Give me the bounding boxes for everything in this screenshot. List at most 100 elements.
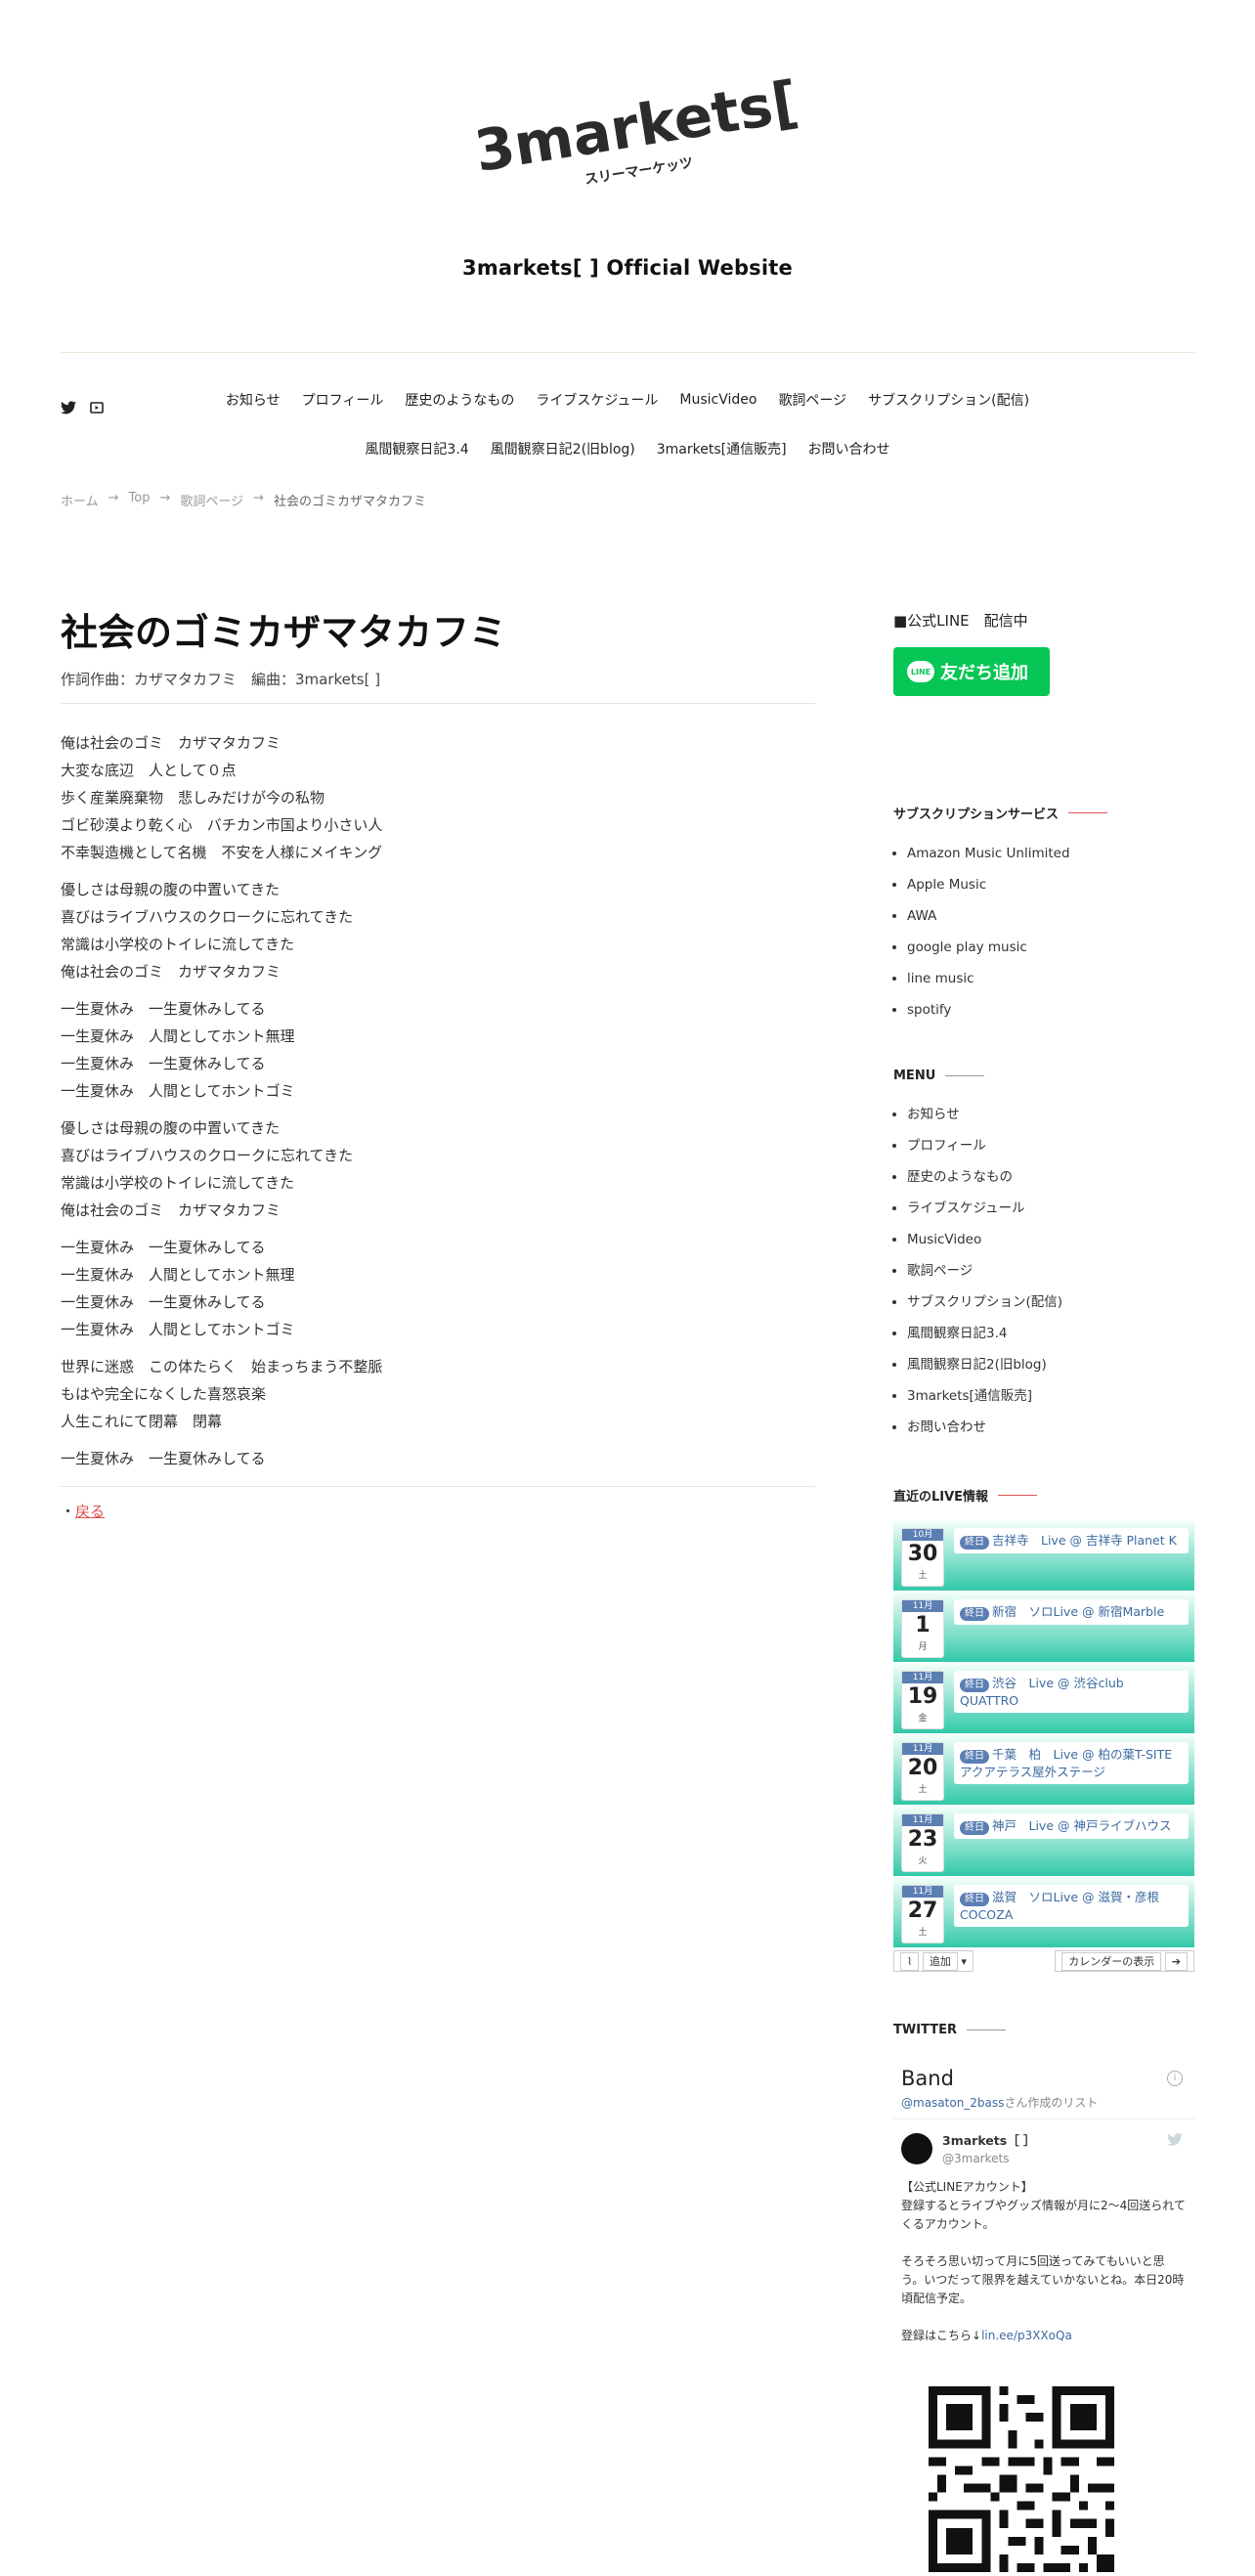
date-day: 23 [907, 1827, 938, 1852]
tweet-author-handle[interactable]: @3markets [942, 2150, 1187, 2168]
tweet[interactable]: 3markets［ ］ @3markets 【公式LINEアカウント】 登録する… [893, 2119, 1194, 2357]
lyrics-stanza: 優しさは母親の腹の中置いてきた喜びはライブハウスのクロークに忘れてきた 常識は小学… [61, 876, 815, 985]
tweet-line: 登録するとライブやグッズ情報が月に2〜4回送られてくるアカウント。 [901, 2199, 1186, 2231]
lyrics-line: 大変な底辺 人として０点 [61, 762, 237, 779]
menu-item[interactable]: 3markets[通信販売] [907, 1380, 1194, 1412]
breadcrumb-lyrics[interactable]: 歌詞ページ [180, 491, 243, 509]
nav-item-contact[interactable]: お問い合わせ [808, 439, 890, 458]
twitter-title-text: TWITTER [893, 2023, 957, 2037]
lyrics-line: 不幸製造機として名機 不安を人様にメイキング [61, 844, 383, 861]
site-title[interactable]: 3markets[ ] Official Website [0, 256, 1255, 280]
live-event-title[interactable]: 滋賀 ソロLive @ 滋賀・彦根 COCOZA [960, 1890, 1159, 1922]
menu-item[interactable]: MusicVideo [907, 1224, 1194, 1255]
site-header: 3markets[ ] スリーマーケッツ 3markets[ ] Officia… [0, 0, 1255, 342]
menu-title-text: MENU [893, 1069, 936, 1083]
breadcrumb-home[interactable]: ホーム [61, 491, 99, 509]
date-day: 20 [907, 1756, 938, 1780]
subscription-item[interactable]: Apple Music [907, 869, 1194, 900]
live-event-card[interactable]: 終日 千葉 柏 Live @ 柏の葉T-SITE アクアテラス屋外ステージ [954, 1742, 1189, 1784]
live-event-title[interactable]: 神戸 Live @ 神戸ライブハウス [992, 1818, 1171, 1833]
tweet-body: 【公式LINEアカウント】 登録するとライブやグッズ情報が月に2〜4回送られてく… [901, 2178, 1187, 2345]
live-event-title[interactable]: 新宿 ソロLive @ 新宿Marble [992, 1604, 1164, 1619]
lyrics-line: 一生夏休み 一生夏休みしてる [61, 1000, 266, 1018]
menu-item[interactable]: 風間観察日記3.4 [907, 1318, 1194, 1349]
live-event-item[interactable]: 11月 19 金 終日 渋谷 Live @ 渋谷club QUATTRO [893, 1663, 1194, 1734]
nav-item-live-schedule[interactable]: ライブスケジュール [536, 390, 658, 410]
lyrics-line: 一生夏休み 人間としてホント無理 [61, 1027, 295, 1045]
all-day-badge: 終日 [960, 1679, 989, 1692]
live-event-title[interactable]: 吉祥寺 Live @ 吉祥寺 Planet K [992, 1533, 1177, 1548]
live-footer: ⌇ 追加 ▾ カレンダーの表示 ➔ [893, 1950, 1194, 1972]
tweet-link-prefix: 登録はこちら↓ [901, 2329, 982, 2342]
lyrics-body: 俺は社会のゴミ カザマタカフミ 大変な底辺 人として０点 歩く産業廃棄物 悲しみだけ… [61, 729, 815, 1472]
subscription-item[interactable]: line music [907, 963, 1194, 994]
lyrics-line: 優しさは母親の腹の中置いてきた [61, 881, 281, 898]
nav-item-music-video[interactable]: MusicVideo [679, 392, 757, 408]
nav-item-diary-34[interactable]: 風間観察日記3.4 [365, 439, 468, 458]
live-event-card[interactable]: 終日 渋谷 Live @ 渋谷club QUATTRO [954, 1671, 1189, 1713]
live-event-card[interactable]: 終日 吉祥寺 Live @ 吉祥寺 Planet K [954, 1528, 1189, 1553]
menu-item[interactable]: サブスクリプション(配信) [907, 1287, 1194, 1318]
lyrics-line: 喜びはライブハウスのクロークに忘れてきた [61, 908, 354, 926]
timeline-list-title[interactable]: Band [901, 2067, 1187, 2090]
tweet-author-name[interactable]: 3markets［ ］ [942, 2131, 1187, 2150]
menu-item[interactable]: プロフィール [907, 1130, 1194, 1161]
breadcrumb-top[interactable]: Top [129, 491, 151, 509]
live-event-title[interactable]: 千葉 柏 Live @ 柏の葉T-SITE アクアテラス屋外ステージ [960, 1747, 1185, 1779]
breadcrumb-separator: → [108, 491, 119, 505]
live-event-item[interactable]: 11月 23 火 終日 神戸 Live @ 神戸ライブハウス [893, 1806, 1194, 1877]
live-event-item[interactable]: 10月 30 土 終日 吉祥寺 Live @ 吉祥寺 Planet K [893, 1520, 1194, 1592]
subscription-item[interactable]: Amazon Music Unlimited [907, 838, 1194, 869]
menu-item[interactable]: 歌詞ページ [907, 1255, 1194, 1287]
date-card: 11月 27 土 [901, 1885, 944, 1943]
live-event-item[interactable]: 11月 20 土 終日 千葉 柏 Live @ 柏の葉T-SITE アクアテラス屋外ステ… [893, 1734, 1194, 1806]
nav-item-diary-2[interactable]: 風間観察日記2(旧blog) [491, 439, 635, 458]
date-card: 10月 30 土 [901, 1528, 944, 1587]
live-event-card[interactable]: 終日 新宿 ソロLive @ 新宿Marble [954, 1599, 1189, 1625]
all-day-badge: 終日 [960, 1821, 989, 1835]
date-day: 27 [907, 1899, 938, 1923]
date-weekday: 土 [918, 1928, 928, 1938]
tweet-link[interactable]: lin.ee/p3XXoQa [981, 2329, 1072, 2342]
lyrics-line: 一生夏休み 人間としてホントゴミ [61, 1082, 295, 1100]
header-divider [61, 352, 1194, 353]
live-event-item[interactable]: 11月 27 土 終日 滋賀 ソロLive @ 滋賀・彦根 COCOZA [893, 1877, 1194, 1948]
menu-item[interactable]: 風間観察日記2(旧blog) [907, 1349, 1194, 1380]
back-link[interactable]: 戻る [75, 1503, 105, 1520]
timeline-list-owner-row: @masaton_2bassさん作成のリスト [901, 2094, 1187, 2111]
timeline-list-owner[interactable]: @masaton_2bass [901, 2096, 1004, 2110]
subscription-item[interactable]: AWA [907, 900, 1194, 932]
live-event-card[interactable]: 終日 神戸 Live @ 神戸ライブハウス [954, 1813, 1189, 1839]
all-day-badge: 終日 [960, 1536, 989, 1550]
date-day: 19 [907, 1684, 938, 1709]
site-logo[interactable]: 3markets[ ] スリーマーケッツ [461, 61, 803, 188]
lyrics-line: 常識は小学校のトイレに流してきた [61, 936, 295, 953]
live-event-card[interactable]: 終日 滋賀 ソロLive @ 滋賀・彦根 COCOZA [954, 1885, 1189, 1927]
menu-item[interactable]: 歴史のようなもの [907, 1161, 1194, 1193]
nav-item-history[interactable]: 歴史のようなもの [405, 390, 514, 410]
lyrics-line: 一生夏休み 一生夏休みしてる [61, 1450, 266, 1467]
avatar[interactable] [901, 2133, 932, 2164]
calendar-view-button[interactable]: カレンダーの表示 ➔ [1055, 1950, 1194, 1972]
lyrics-line: もはや完全になくした喜怒哀楽 [61, 1385, 267, 1403]
lyrics-line: 常識は小学校のトイレに流してきた [61, 1174, 295, 1192]
subscription-item[interactable]: spotify [907, 994, 1194, 1026]
nav-item-shop[interactable]: 3markets[通信販売] [657, 439, 787, 458]
subscription-item[interactable]: google play music [907, 932, 1194, 963]
arrow-right-icon: ➔ [1164, 1952, 1188, 1971]
live-add-button[interactable]: ⌇ 追加 ▾ [893, 1950, 974, 1972]
nav-item-news[interactable]: お知らせ [226, 390, 281, 410]
live-event-item[interactable]: 11月 1 月 終日 新宿 ソロLive @ 新宿Marble [893, 1592, 1194, 1663]
info-icon[interactable]: i [1167, 2071, 1183, 2086]
date-month: 11月 [902, 1814, 943, 1826]
lyrics-stanza: 世界に迷惑 この体たらく 始まっちまう不整脈 もはや完全になくした喜怒哀楽 人生これ… [61, 1353, 815, 1435]
nav-item-profile[interactable]: プロフィール [302, 390, 384, 410]
line-add-friend-button[interactable]: LINE 友だち追加 [893, 647, 1050, 696]
lyrics-stanza: 優しさは母親の腹の中置いてきた 喜びはライブハウスのクロークに忘れてきた 常識は小学… [61, 1114, 815, 1224]
menu-item[interactable]: お問い合わせ [907, 1412, 1194, 1443]
menu-item[interactable]: お知らせ [907, 1099, 1194, 1130]
menu-item[interactable]: ライブスケジュール [907, 1193, 1194, 1224]
nav-item-subscription[interactable]: サブスクリプション(配信) [868, 390, 1029, 410]
nav-item-lyrics[interactable]: 歌詞ページ [778, 390, 846, 410]
line-label: ■公式LINE 配信中 [893, 612, 1028, 630]
